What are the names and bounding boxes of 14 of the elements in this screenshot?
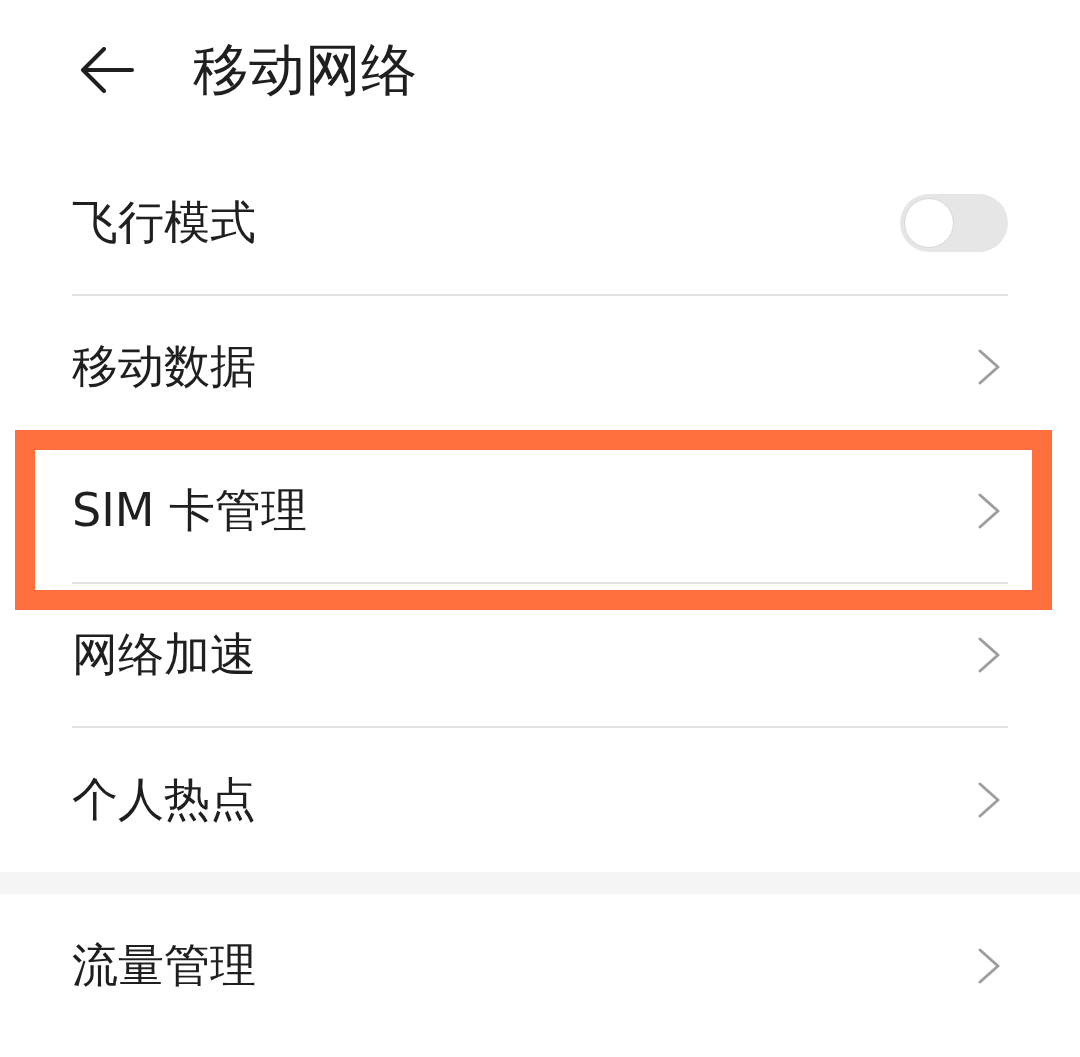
chevron-right-icon <box>978 349 1000 385</box>
chevron-right-icon <box>978 782 1000 818</box>
back-button[interactable] <box>80 47 134 93</box>
settings-row[interactable]: 流量管理 <box>72 894 1008 1038</box>
arrow-left-icon <box>80 47 134 93</box>
settings-row[interactable]: 个人热点 <box>72 728 1008 872</box>
page-title: 移动网络 <box>193 36 417 104</box>
settings-row[interactable]: 移动数据 <box>72 296 1008 440</box>
chevron-right-icon <box>978 637 1000 673</box>
settings-row[interactable]: 飞行模式 <box>72 152 1008 296</box>
settings-row[interactable]: 网络加速 <box>72 584 1008 728</box>
chevron-right-icon <box>978 948 1000 984</box>
chevron-right-icon <box>978 493 1000 529</box>
settings-row[interactable]: SIM 卡管理 <box>72 440 1008 584</box>
